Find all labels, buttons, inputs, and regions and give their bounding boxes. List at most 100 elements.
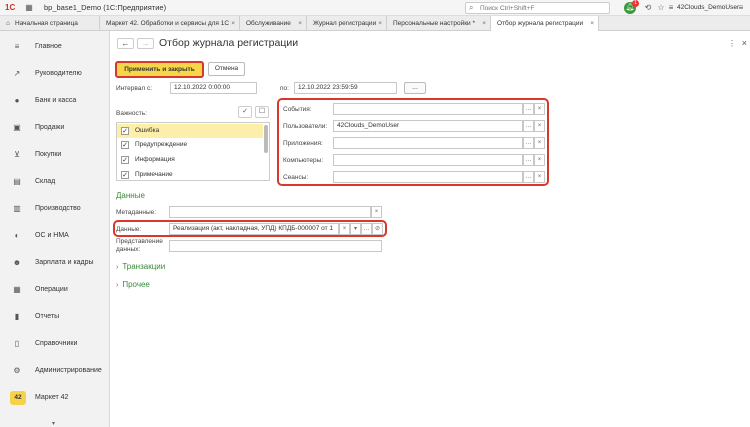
books-icon: ▯ <box>14 339 20 348</box>
sessions-select-button[interactable]: … <box>523 171 534 183</box>
apply-and-close-button[interactable]: Применить и закрыть <box>115 61 204 78</box>
applications-select-button[interactable]: … <box>523 137 534 149</box>
sessions-label: Сеансы: <box>283 174 309 181</box>
checkbox[interactable]: ✓ <box>121 156 129 164</box>
sidebar-item-catalogs[interactable]: ▯ Справочники <box>0 334 110 354</box>
data-section-title: Данные <box>116 191 145 200</box>
notifications-bell-icon[interactable]: 🔔︎ 1 <box>624 0 639 14</box>
list-item[interactable]: ✓ Информация <box>117 153 263 167</box>
sidebar-item-admin[interactable]: ⚙ Администрирование <box>0 361 110 381</box>
data-type-button[interactable]: ▾ <box>350 223 361 235</box>
warehouse-icon: ▤ <box>13 177 21 186</box>
cancel-button[interactable]: Отмена <box>208 62 245 76</box>
users-select-button[interactable]: … <box>523 120 534 132</box>
list-item[interactable]: ✓ Примечание <box>117 168 263 180</box>
sessions-field[interactable] <box>333 171 523 183</box>
applications-field[interactable] <box>333 137 523 149</box>
sidebar-item-reports[interactable]: ▮ Отчеты <box>0 307 110 327</box>
forward-button[interactable]: → <box>137 38 154 49</box>
events-select-button[interactable]: … <box>523 103 534 115</box>
sidebar-item-main[interactable]: ≡ Главное <box>0 37 110 57</box>
history-icon[interactable]: ⟲ <box>643 3 653 13</box>
close-tab-icon[interactable]: × <box>482 16 486 31</box>
users-field[interactable]: 42Clouds_DemoUser <box>333 120 523 132</box>
list-scrollbar[interactable] <box>264 125 268 153</box>
sidebar-item-payroll[interactable]: ☻ Зарплата и кадры <box>0 253 110 273</box>
back-button[interactable]: ← <box>117 38 134 49</box>
operations-icon: ▦ <box>13 285 21 294</box>
app-title: bp_base1_Demo (1С:Предприятие) <box>44 3 167 12</box>
chevron-right-icon: › <box>116 282 119 289</box>
grid-icon[interactable]: ▦ <box>24 3 34 13</box>
metadata-field[interactable] <box>169 206 371 218</box>
sessions-clear-button[interactable]: × <box>534 171 545 183</box>
metadata-clear-button[interactable]: × <box>371 206 382 218</box>
home-icon: ⌂ <box>6 20 10 27</box>
search-box[interactable]: ⌕ <box>465 2 610 14</box>
transactions-group[interactable]: › Транзакции <box>116 262 165 271</box>
sidebar-item-bank[interactable]: ● Банк и касса <box>0 91 110 111</box>
sidebar-item-sales[interactable]: ▣ Продажи <box>0 118 110 138</box>
tab-event-log-filter[interactable]: Отбор журнала регистрации × <box>491 16 599 31</box>
more-menu-icon[interactable]: ⋮ <box>728 39 736 48</box>
select-period-button[interactable]: ... <box>404 82 426 94</box>
computers-label: Компьютеры: <box>283 157 324 164</box>
close-icon[interactable]: × <box>742 38 747 48</box>
data-clear-button[interactable]: × <box>339 223 350 235</box>
applications-clear-button[interactable]: × <box>534 137 545 149</box>
sidebar-item-market42[interactable]: 42 Маркет 42 <box>0 388 110 408</box>
users-clear-button[interactable]: × <box>534 120 545 132</box>
sidebar-scroll-down-icon[interactable]: ▾ <box>52 420 55 427</box>
check-all-icon[interactable]: ✓ <box>238 106 252 118</box>
tab-home[interactable]: ⌂ Начальная страница <box>0 16 100 31</box>
sidebar-item-operations[interactable]: ▦ Операции <box>0 280 110 300</box>
close-tab-icon[interactable]: × <box>590 16 594 31</box>
tab-personal-settings[interactable]: Персональные настройки * × <box>387 16 491 31</box>
interval-to-label: по: <box>280 85 289 92</box>
favorites-star-icon[interactable]: ☆ <box>656 3 666 13</box>
data-open-link-icon[interactable]: ⊘ <box>372 223 383 235</box>
list-item[interactable]: ✓ Ошибка <box>117 124 263 138</box>
assets-icon: ◐ <box>14 231 20 240</box>
events-clear-button[interactable]: × <box>534 103 545 115</box>
gear-icon: ⚙ <box>13 366 21 375</box>
importance-label: Важность: <box>116 110 147 117</box>
interval-from-field[interactable]: 12.10.2022 0:00:00 <box>170 82 257 94</box>
computers-field[interactable] <box>333 154 523 166</box>
interval-to-field[interactable]: 12.10.2022 23:59:59 <box>294 82 397 94</box>
data-representation-field[interactable] <box>169 240 382 252</box>
tab-market42[interactable]: Маркет 42. Обработки и сервисы для 1С × <box>100 16 240 31</box>
data-field[interactable]: Реализация (акт, накладная, УПД) КПДБ-00… <box>169 223 339 235</box>
bag-icon: ▣ <box>13 123 21 132</box>
sidebar-item-assets[interactable]: ◐ ОС и НМА <box>0 226 110 246</box>
close-tab-icon[interactable]: × <box>378 16 382 31</box>
page-title: Отбор журнала регистрации <box>159 37 299 49</box>
title-bar: 1С ▦ bp_base1_Demo (1С:Предприятие) ⌕ 🔔︎… <box>0 0 750 16</box>
window-menu-icon[interactable]: ≡ <box>736 3 746 13</box>
users-label: Пользователи: <box>283 123 328 130</box>
sidebar-item-warehouse[interactable]: ▤ Склад <box>0 172 110 192</box>
market42-icon: 42 <box>10 391 26 405</box>
data-select-button[interactable]: … <box>361 223 372 235</box>
sidebar-item-production[interactable]: ▥ Производство <box>0 199 110 219</box>
other-group[interactable]: › Прочее <box>116 280 150 289</box>
sidebar-item-manager[interactable]: ↗ Руководителю <box>0 64 110 84</box>
tab-maintenance[interactable]: Обслуживание × <box>240 16 307 31</box>
metadata-label: Метаданные: <box>116 209 157 216</box>
checkbox[interactable]: ✓ <box>121 141 129 149</box>
list-item[interactable]: ✓ Предупреждение <box>117 138 263 152</box>
checkbox[interactable]: ✓ <box>121 127 129 135</box>
tab-event-log[interactable]: Журнал регистрации × <box>307 16 387 31</box>
computers-clear-button[interactable]: × <box>534 154 545 166</box>
close-tab-icon[interactable]: × <box>298 16 302 31</box>
close-tab-icon[interactable]: × <box>231 16 235 31</box>
uncheck-all-icon[interactable]: ☐ <box>255 106 269 118</box>
search-input[interactable] <box>480 4 605 13</box>
events-field[interactable] <box>333 103 523 115</box>
computers-select-button[interactable]: … <box>523 154 534 166</box>
user-name[interactable]: 42Clouds_DemoUser <box>677 4 739 11</box>
sidebar-item-purchases[interactable]: ⊻ Покупки <box>0 145 110 165</box>
checkbox[interactable]: ✓ <box>121 171 129 179</box>
chevron-right-icon: › <box>116 264 119 271</box>
user-menu-icon[interactable]: ≡ <box>666 3 676 13</box>
